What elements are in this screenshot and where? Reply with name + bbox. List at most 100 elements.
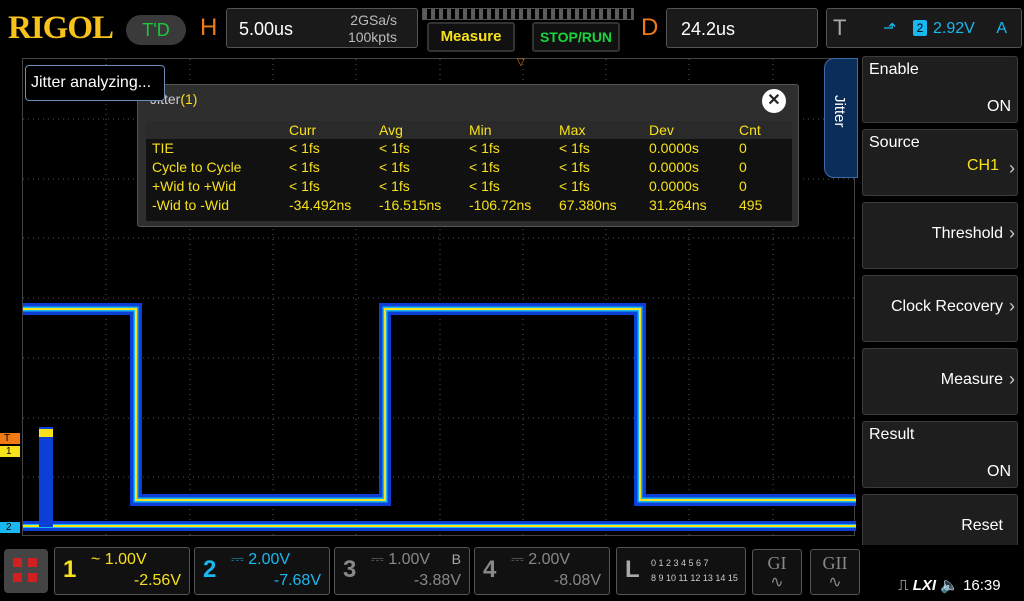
scale-value: 2.00V xyxy=(248,551,291,568)
measure-button[interactable]: Measure xyxy=(427,22,515,52)
table-cell: < 1fs xyxy=(379,159,410,175)
top-bar: RIGOL T'D H 5.00us 2GSa/s 100kpts Measur… xyxy=(0,0,1024,56)
ac-coupling-icon: ~ xyxy=(91,551,101,568)
channel-offset: -8.08V xyxy=(553,572,601,589)
menu-item-label: Threshold xyxy=(931,225,1003,242)
memory-depth: 100kpts xyxy=(347,29,397,45)
column-header: Curr xyxy=(289,122,317,138)
table-cell: < 1fs xyxy=(469,140,500,156)
table-cell: 0 xyxy=(739,178,747,194)
horizontal-label: H xyxy=(200,14,218,41)
channel-number: 1 xyxy=(63,556,77,583)
menu-tab-label: Jitter xyxy=(831,95,848,128)
channel-3-box[interactable]: 3 ⎓ 1.00V B -3.88V xyxy=(334,547,470,595)
table-cell: < 1fs xyxy=(559,178,590,194)
horizontal-timebase-box[interactable]: 5.00us 2GSa/s 100kpts xyxy=(226,8,418,48)
table-cell: -16.515ns xyxy=(379,197,442,213)
channel-number: 2 xyxy=(203,556,217,583)
column-header: Max xyxy=(559,122,586,138)
channel-offset: -7.68V xyxy=(273,572,321,589)
menu-item-measure[interactable]: Measure › xyxy=(862,348,1018,415)
ch1-offset-marker[interactable]: 1 xyxy=(0,446,20,457)
table-cell: < 1fs xyxy=(289,140,320,156)
ch1-trace xyxy=(23,303,856,506)
close-icon[interactable]: ✕ xyxy=(762,89,786,113)
menu-item-clock-recovery[interactable]: Clock Recovery › xyxy=(862,275,1018,342)
generator-label: GII xyxy=(822,553,848,573)
table-cell: < 1fs xyxy=(379,140,410,156)
channel-2-box[interactable]: 2 ⎓ 2.00V -7.68V xyxy=(194,547,330,595)
channel-4-box[interactable]: 4 ⎓ 2.00V -8.08V xyxy=(474,547,610,595)
trigger-mode: A xyxy=(996,20,1007,37)
table-cell: < 1fs xyxy=(469,159,500,175)
clock-time: 16:39 xyxy=(963,577,1001,594)
rising-edge-icon: ⬏ xyxy=(883,20,897,37)
bottom-bar: 1 ~ 1.00V -2.56V 2 ⎓ 2.00V -7.68V 3 ⎓ 1.… xyxy=(0,545,1024,601)
channel-scale: ⎓ 1.00V xyxy=(371,551,430,569)
table-cell: 0.0000s xyxy=(649,159,699,175)
table-cell: < 1fs xyxy=(469,178,500,194)
delay-label: D xyxy=(641,14,659,41)
dc-coupling-icon: ⎓ xyxy=(231,551,244,568)
table-cell: TIE xyxy=(152,140,174,156)
jitter-panel[interactable]: Jitter(1) ✕ Curr Avg Min Max Dev Cnt TIE… xyxy=(137,84,799,227)
menu-item-threshold[interactable]: Threshold › xyxy=(862,202,1018,269)
menu-item-enable[interactable]: Enable ON xyxy=(862,56,1018,123)
table-row: +Wid to +Wid < 1fs < 1fs < 1fs < 1fs 0.0… xyxy=(146,177,792,196)
table-row: -Wid to -Wid -34.492ns -16.515ns -106.72… xyxy=(146,196,792,215)
channel-scale: ⎓ 2.00V xyxy=(231,551,290,569)
table-cell: 0.0000s xyxy=(649,140,699,156)
speaker-mute-icon[interactable]: 🔈 xyxy=(940,577,959,594)
dc-coupling-icon: ⎓ xyxy=(511,551,524,568)
table-cell: Cycle to Cycle xyxy=(152,159,242,175)
column-header: Avg xyxy=(379,122,403,138)
ch2-offset-marker[interactable]: 2 xyxy=(0,522,20,533)
delay-box[interactable]: 24.2us xyxy=(666,8,818,48)
logic-label: L xyxy=(625,556,640,583)
chevron-right-icon: › xyxy=(1009,296,1015,316)
channel-1-box[interactable]: 1 ~ 1.00V -2.56V xyxy=(54,547,190,595)
usb-device-icon: ⎍ xyxy=(898,577,909,594)
chevron-right-icon: › xyxy=(1009,158,1015,178)
jitter-menu: Enable ON Source CH1 › Threshold › Clock… xyxy=(858,56,1024,561)
trigger-box[interactable]: T ⬏ 2 2.92V A xyxy=(826,8,1022,48)
table-cell: 67.380ns xyxy=(559,197,617,213)
channel-number: 3 xyxy=(343,556,357,583)
menu-item-result[interactable]: Result ON xyxy=(862,421,1018,488)
channel-scale: ~ 1.00V xyxy=(91,551,147,569)
menu-item-label: Source xyxy=(869,134,920,151)
table-cell: < 1fs xyxy=(559,159,590,175)
logic-analyzer-box[interactable]: L 0 1 2 3 4 5 6 7 8 9 10 11 12 13 14 15 xyxy=(616,547,746,595)
column-header: Cnt xyxy=(739,122,761,138)
table-cell: -106.72ns xyxy=(469,197,532,213)
scale-value: 1.00V xyxy=(388,551,431,568)
trigger-position-marker: ▽ xyxy=(517,57,525,68)
lxi-icon: LXI xyxy=(912,577,937,594)
menu-item-value: ON xyxy=(987,98,1011,115)
jitter-results-table: Curr Avg Min Max Dev Cnt TIE < 1fs < 1fs… xyxy=(146,121,792,221)
channel-offset: -3.88V xyxy=(413,572,461,589)
home-menu-icon[interactable] xyxy=(4,549,48,593)
logic-row: 0 1 2 3 4 5 6 7 xyxy=(651,558,709,568)
scale-value: 1.00V xyxy=(104,551,147,568)
menu-item-label: Result xyxy=(869,426,915,443)
ch1-glitch xyxy=(39,427,53,527)
menu-item-source[interactable]: Source CH1 › xyxy=(862,129,1018,196)
trigger-level-marker[interactable]: T xyxy=(0,433,20,444)
generator-label: GI xyxy=(767,553,787,573)
table-cell: < 1fs xyxy=(559,140,590,156)
timebase-value: 5.00us xyxy=(239,19,294,39)
table-cell: 31.264ns xyxy=(649,197,707,213)
generator-2-box[interactable]: GII ∿ xyxy=(810,549,860,595)
generator-1-box[interactable]: GI ∿ xyxy=(752,549,802,595)
stop-run-button[interactable]: STOP/RUN xyxy=(532,22,620,52)
table-cell: 0.0000s xyxy=(649,178,699,194)
td-mode-badge[interactable]: T'D xyxy=(126,15,186,45)
sine-wave-icon: ∿ xyxy=(828,574,842,591)
menu-tab-jitter[interactable]: Jitter xyxy=(824,58,858,178)
dc-coupling-icon: ⎓ xyxy=(371,551,384,568)
chevron-right-icon: › xyxy=(1009,369,1015,389)
table-cell: +Wid to +Wid xyxy=(152,178,237,194)
status-area: ⎍ LXI 🔈 16:39 xyxy=(898,576,1001,594)
logic-channels: 0 1 2 3 4 5 6 7 8 9 10 11 12 13 14 15 xyxy=(651,556,738,586)
